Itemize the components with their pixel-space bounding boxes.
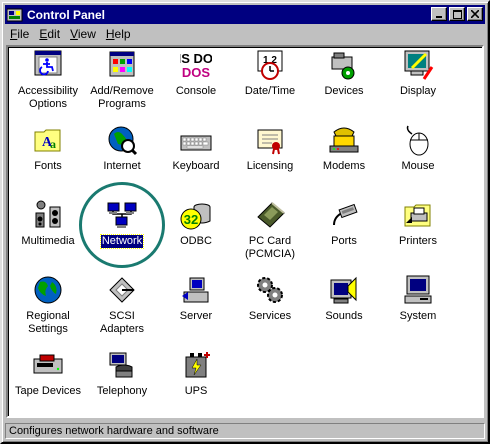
applet-scsi-adapters[interactable]: SCSI Adapters <box>86 274 158 336</box>
close-icon <box>471 10 479 18</box>
applet-add-remove-programs[interactable]: Add/Remove Programs <box>86 49 158 111</box>
icon-view: Accessibility Options Add/Remove Program… <box>6 45 484 418</box>
internet-globe-icon <box>108 126 138 156</box>
applet-odbc[interactable]: 32 ODBC <box>160 199 232 248</box>
svg-text:32: 32 <box>184 212 198 227</box>
maximize-icon <box>452 9 462 19</box>
odbc-icon: 32 <box>180 203 211 230</box>
applet-regional-settings[interactable]: Regional Settings <box>12 274 84 336</box>
mouse-icon <box>406 125 429 156</box>
accessibility-icon <box>34 50 62 76</box>
applet-internet[interactable]: Internet <box>86 124 158 173</box>
printers-folder-icon <box>404 204 431 227</box>
network-highlight-circle <box>79 182 165 268</box>
applet-tape-devices[interactable]: Tape Devices <box>12 349 84 398</box>
applet-accessibility-options[interactable]: Accessibility Options <box>12 49 84 111</box>
applet-mouse[interactable]: Mouse <box>382 124 454 173</box>
console-icon: MS DOS DOS <box>180 51 212 80</box>
applet-printers[interactable]: Printers <box>382 199 454 248</box>
minimize-button[interactable] <box>431 7 447 21</box>
scsi-adapter-icon <box>109 277 135 303</box>
menu-edit[interactable]: Edit <box>34 27 65 41</box>
applet-date-time[interactable]: 1 2 Date/Time <box>234 49 306 98</box>
applet-console[interactable]: MS DOS DOS Console <box>160 49 232 98</box>
ups-battery-icon <box>185 352 210 378</box>
ports-connector-icon <box>333 203 358 226</box>
system-computer-icon <box>404 275 432 304</box>
devices-icon <box>331 52 355 80</box>
svg-text:DOS: DOS <box>182 65 211 80</box>
telephony-icon <box>109 352 133 378</box>
close-button[interactable] <box>467 7 483 21</box>
multimedia-icon <box>35 200 61 228</box>
modem-phone-icon <box>329 127 359 153</box>
control-panel-window: Control Panel File Edit View Help Access… <box>0 0 490 444</box>
applet-system[interactable]: System <box>382 274 454 323</box>
applet-ups[interactable]: UPS <box>160 349 232 398</box>
svg-text:a: a <box>50 137 56 151</box>
minimize-icon <box>436 16 442 18</box>
applet-server[interactable]: Server <box>160 274 232 323</box>
add-remove-programs-icon <box>109 51 135 77</box>
applet-display[interactable]: Display <box>382 49 454 98</box>
applet-modems[interactable]: Modems <box>308 124 380 173</box>
pc-card-icon <box>257 202 285 228</box>
calendar-clock-icon: 1 2 <box>257 50 283 80</box>
services-gears-icon <box>257 277 283 303</box>
applet-services[interactable]: Services <box>234 274 306 323</box>
applet-pc-card[interactable]: PC Card (PCMCIA) <box>234 199 306 261</box>
sounds-speaker-icon <box>330 276 357 304</box>
window-title: Control Panel <box>27 7 106 22</box>
server-icon <box>182 277 209 303</box>
title-bar[interactable]: Control Panel <box>5 5 485 24</box>
applet-telephony[interactable]: Telephony <box>86 349 158 398</box>
menu-view[interactable]: View <box>65 27 101 41</box>
menu-file[interactable]: File <box>5 27 34 41</box>
licensing-certificate-icon <box>257 129 283 155</box>
display-icon <box>404 50 434 80</box>
fonts-folder-icon: A a <box>34 129 61 152</box>
applet-keyboard[interactable]: Keyboard <box>160 124 232 173</box>
applet-devices[interactable]: Devices <box>308 49 380 98</box>
maximize-button[interactable] <box>449 7 465 21</box>
status-bar: Configures network hardware and software <box>5 423 485 439</box>
menu-bar: File Edit View Help <box>5 25 136 43</box>
applet-fonts[interactable]: A a Fonts <box>12 124 84 173</box>
applet-sounds[interactable]: Sounds <box>308 274 380 323</box>
menu-help[interactable]: Help <box>101 27 136 41</box>
svg-text:MS DOS: MS DOS <box>180 51 212 66</box>
applet-ports[interactable]: Ports <box>308 199 380 248</box>
keyboard-icon <box>180 135 212 151</box>
control-panel-icon <box>7 8 23 21</box>
applet-licensing[interactable]: Licensing <box>234 124 306 173</box>
applet-multimedia[interactable]: Multimedia <box>12 199 84 248</box>
tape-device-icon <box>33 354 63 374</box>
regional-globe-icon <box>34 276 62 304</box>
